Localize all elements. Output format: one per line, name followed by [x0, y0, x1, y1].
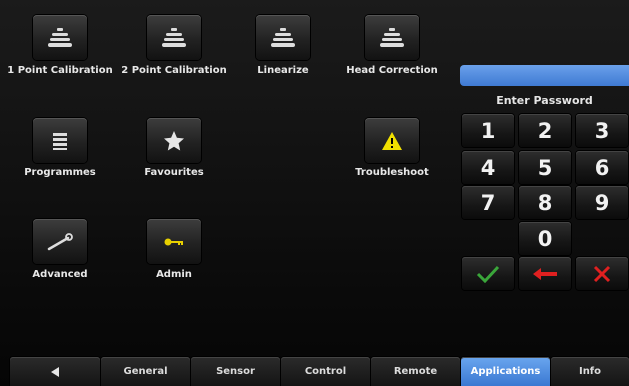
- app-label: 2 Point Calibration: [121, 65, 227, 76]
- tab-info[interactable]: Info: [551, 357, 629, 386]
- app-favourites[interactable]: Favourites: [118, 118, 230, 188]
- tab-sensor[interactable]: Sensor: [191, 357, 280, 386]
- star-icon: [164, 130, 184, 150]
- app-button[interactable]: [365, 15, 419, 60]
- app-label: Head Correction: [346, 65, 438, 76]
- keypad-key-6[interactable]: 6: [576, 151, 628, 184]
- app-label: Admin: [156, 269, 192, 280]
- calibration-weights-icon: [380, 27, 404, 47]
- list-icon: [53, 132, 67, 150]
- password-title: Enter Password: [496, 94, 593, 107]
- backspace-button[interactable]: [519, 257, 571, 290]
- warning-icon: [382, 131, 402, 150]
- app-button[interactable]: [33, 219, 87, 264]
- tab-general[interactable]: General: [101, 357, 190, 386]
- password-field[interactable]: [460, 65, 629, 86]
- cancel-button[interactable]: [576, 257, 628, 290]
- keypad-key-5[interactable]: 5: [519, 151, 571, 184]
- app-label: Advanced: [32, 269, 88, 280]
- app-button[interactable]: [256, 15, 310, 60]
- app-label: Programmes: [24, 167, 96, 178]
- app-button[interactable]: [147, 15, 201, 60]
- nav-back-button[interactable]: [10, 357, 100, 386]
- keypad-key-9[interactable]: 9: [576, 186, 628, 219]
- app-button[interactable]: [33, 15, 87, 60]
- app-admin[interactable]: Admin: [118, 219, 230, 289]
- calibration-weights-icon: [162, 27, 186, 47]
- keypad-key-2[interactable]: 2: [519, 114, 571, 147]
- app-label: Linearize: [257, 65, 309, 76]
- bottom-nav: General Sensor Control Remote Applicatio…: [0, 357, 629, 386]
- app-head-correction[interactable]: Head Correction: [336, 15, 448, 85]
- keypad-key-7[interactable]: 7: [462, 186, 514, 219]
- app-advanced[interactable]: Advanced: [4, 219, 116, 289]
- app-label: 1 Point Calibration: [7, 65, 113, 76]
- app-2-point-calibration[interactable]: 2 Point Calibration: [118, 15, 230, 85]
- x-icon: [593, 265, 611, 282]
- keypad-key-0[interactable]: 0: [519, 222, 571, 255]
- app-label: Troubleshoot: [355, 167, 429, 178]
- keypad-key-3[interactable]: 3: [576, 114, 628, 147]
- calibration-weights-icon: [271, 27, 295, 47]
- app-button[interactable]: [33, 118, 87, 163]
- back-arrow-icon: [51, 366, 59, 377]
- keypad-key-1[interactable]: 1: [462, 114, 514, 147]
- wrench-icon: [47, 232, 73, 250]
- app-label: Favourites: [144, 167, 204, 178]
- tab-remote[interactable]: Remote: [371, 357, 460, 386]
- app-button[interactable]: [365, 118, 419, 163]
- key-icon: [164, 238, 183, 245]
- confirm-button[interactable]: [462, 257, 514, 290]
- check-icon: [476, 265, 500, 283]
- app-1-point-calibration[interactable]: 1 Point Calibration: [4, 15, 116, 85]
- app-button[interactable]: [147, 118, 201, 163]
- arrow-left-icon: [533, 267, 557, 280]
- application-screen: 1 Point Calibration 2 Point Calibration …: [0, 0, 629, 386]
- tab-applications[interactable]: Applications: [461, 357, 550, 386]
- app-troubleshoot[interactable]: Troubleshoot: [336, 118, 448, 188]
- keypad-key-4[interactable]: 4: [462, 151, 514, 184]
- tab-control[interactable]: Control: [281, 357, 370, 386]
- keypad-key-8[interactable]: 8: [519, 186, 571, 219]
- app-linearize[interactable]: Linearize: [227, 15, 339, 85]
- calibration-weights-icon: [48, 27, 72, 47]
- app-button[interactable]: [147, 219, 201, 264]
- app-programmes[interactable]: Programmes: [4, 118, 116, 188]
